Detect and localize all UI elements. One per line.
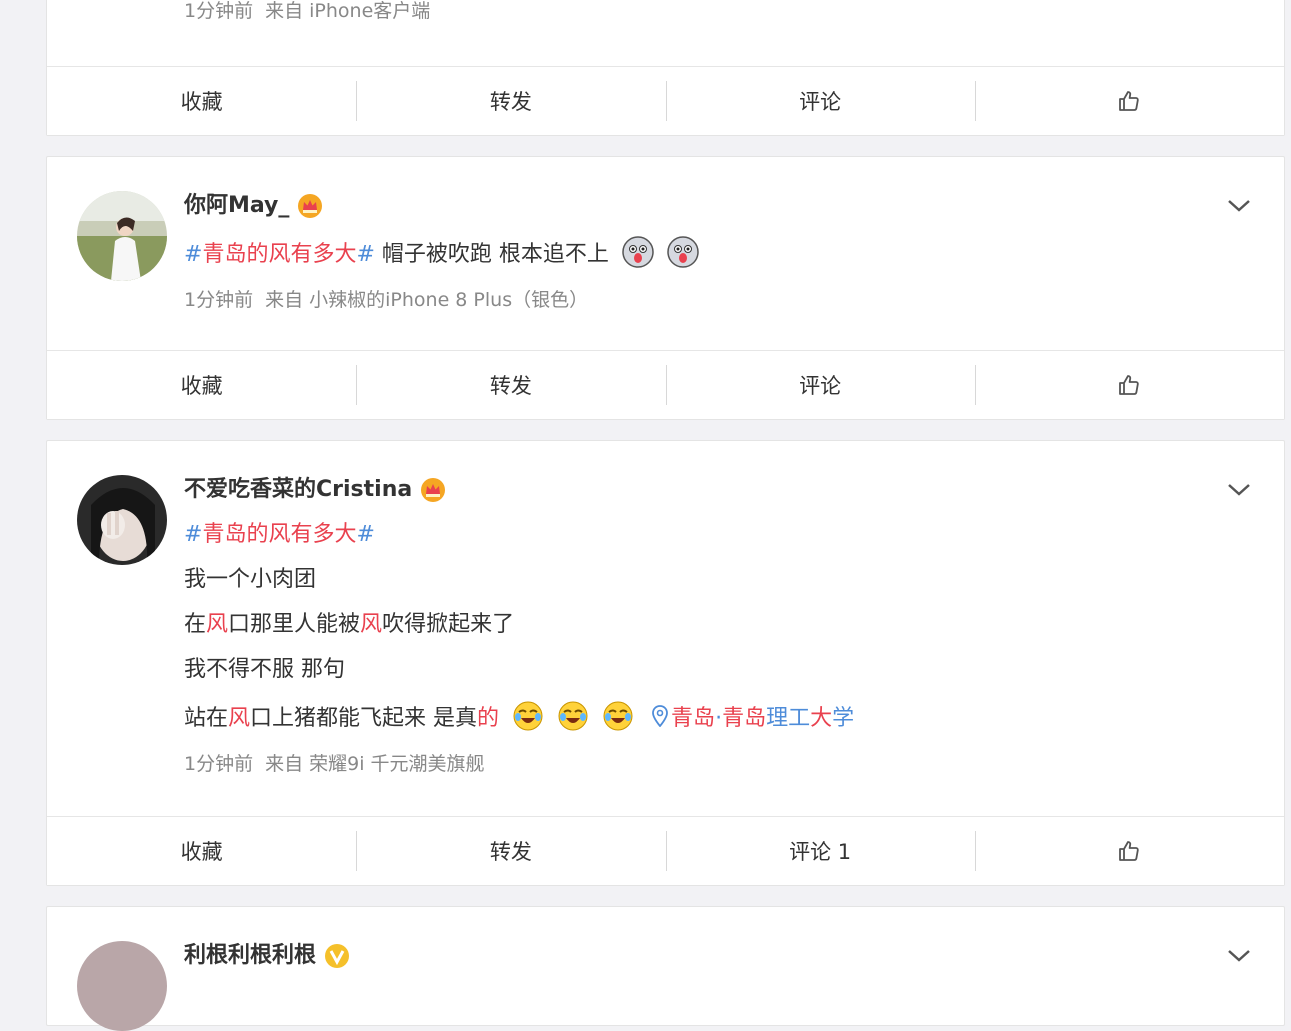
- username[interactable]: 你阿May_: [184, 191, 289, 221]
- like-button[interactable]: [974, 351, 1284, 419]
- post-body: 帽子被吹跑 根本追不上: [374, 242, 609, 267]
- hashtag-suffix[interactable]: #: [356, 242, 374, 267]
- location-text: 理工: [766, 706, 811, 731]
- favorite-button[interactable]: 收藏: [47, 351, 356, 419]
- chevron-down-icon[interactable]: [1226, 947, 1252, 965]
- hashtag-link[interactable]: 青岛的风有多大: [202, 522, 356, 547]
- post-text-line: #青岛的风有多大#: [184, 520, 1204, 550]
- location-text: ·: [715, 706, 723, 731]
- comment-button[interactable]: 评论 1: [665, 817, 975, 885]
- hashtag-suffix[interactable]: #: [356, 522, 374, 547]
- post-meta: 1分钟前 来自 iPhone客户端: [184, 0, 430, 25]
- username[interactable]: 不爱吃香菜的Cristina: [184, 475, 412, 505]
- post-text: #青岛的风有多大# 帽子被吹跑 根本追不上: [184, 236, 1204, 270]
- comment-button[interactable]: 评论: [665, 67, 975, 135]
- avatar[interactable]: [77, 475, 167, 565]
- highlight-fragment: 风: [360, 612, 383, 637]
- thumbs-up-icon: [1119, 91, 1140, 111]
- post-source: 来自 小辣椒的iPhone 8 Plus（银色）: [265, 289, 589, 311]
- crown-icon[interactable]: [297, 193, 323, 219]
- chevron-down-icon[interactable]: [1226, 481, 1252, 499]
- avatar-image: [77, 475, 167, 565]
- post-content: 利根利根利根: [184, 941, 1204, 971]
- avatar[interactable]: [77, 941, 167, 1031]
- highlight-fragment: 风: [228, 706, 251, 731]
- avatar-image: [77, 191, 167, 281]
- favorite-button[interactable]: 收藏: [47, 817, 356, 885]
- like-button[interactable]: [974, 67, 1284, 135]
- username-row: 不爱吃香菜的Cristina: [184, 475, 1204, 505]
- comment-button[interactable]: 评论: [665, 351, 975, 419]
- hashtag-prefix[interactable]: #: [184, 522, 202, 547]
- chevron-down-icon[interactable]: [1226, 197, 1252, 215]
- location-text: 学: [832, 706, 855, 731]
- location-link[interactable]: 青岛·青岛理工大学: [641, 705, 855, 731]
- post-time[interactable]: 1分钟前: [184, 753, 253, 775]
- post-card: 利根利根利根: [46, 906, 1285, 1031]
- post-text-line: 我不得不服 那句: [184, 657, 345, 682]
- repost-button[interactable]: 转发: [356, 67, 665, 135]
- repost-button[interactable]: 转发: [356, 351, 665, 419]
- hashtag-link[interactable]: 青岛的风有多大: [202, 242, 356, 267]
- crying-laughing-emoji-icon: [603, 701, 633, 731]
- text-fragment: 站在: [184, 706, 229, 731]
- post-card: 1分钟前 来自 iPhone客户端 收藏 转发 评论: [46, 0, 1285, 136]
- post-text-line: 站在风口上猪都能飞起来 是真的 青岛·青岛理工大学: [184, 700, 1204, 734]
- favorite-button[interactable]: 收藏: [47, 67, 356, 135]
- text-fragment: 吹得掀起来了: [382, 612, 515, 637]
- post-content: 你阿May_ #青岛的风有多大# 帽子被吹跑 根本追不上 1分钟前 来自 小辣椒的…: [184, 191, 1204, 314]
- post-time[interactable]: 1分钟前: [184, 0, 253, 22]
- post-text-line: 我一个小肉团: [184, 567, 317, 592]
- post-source: 来自 iPhone客户端: [265, 0, 431, 22]
- crying-laughing-emoji-icon: [513, 701, 543, 731]
- username-row: 利根利根利根: [184, 941, 1204, 971]
- post-meta: 1分钟前 来自 小辣椒的iPhone 8 Plus（银色）: [184, 286, 1204, 314]
- post-time[interactable]: 1分钟前: [184, 289, 253, 311]
- location-pin-icon: [652, 705, 668, 727]
- username[interactable]: 利根利根利根: [184, 941, 316, 971]
- post-text-line: 在风口那里人能被风吹得掀起来了: [184, 610, 1204, 640]
- highlight-fragment: 风: [206, 612, 229, 637]
- location-text: 青岛: [722, 706, 767, 731]
- hashtag-prefix[interactable]: #: [184, 242, 202, 267]
- post-toolbar: 收藏 转发 评论: [47, 350, 1284, 419]
- like-button[interactable]: [974, 817, 1284, 885]
- avatar-image: [77, 941, 167, 1031]
- thumbs-up-icon: [1119, 841, 1140, 861]
- post-meta: 1分钟前 来自 荣耀9i 千元潮美旗舰: [184, 750, 1204, 778]
- text-fragment: 口上猪都能飞起来 是真: [250, 706, 478, 731]
- husky-emoji-icon: [622, 236, 654, 268]
- thumbs-up-icon: [1119, 375, 1140, 395]
- verified-v-icon[interactable]: [324, 943, 350, 969]
- location-text: 大: [810, 706, 833, 731]
- avatar[interactable]: [77, 191, 167, 281]
- text-fragment: 口那里人能被: [228, 612, 361, 637]
- highlight-fragment: 的: [477, 706, 500, 731]
- post-content: 不爱吃香菜的Cristina #青岛的风有多大# 我一个小肉团 在风口那里人能被…: [184, 475, 1204, 778]
- location-text: 青岛: [671, 706, 716, 731]
- post-toolbar: 收藏 转发 评论 1: [47, 816, 1284, 885]
- crown-icon[interactable]: [420, 477, 446, 503]
- post-card: 不爱吃香菜的Cristina #青岛的风有多大# 我一个小肉团 在风口那里人能被…: [46, 440, 1285, 886]
- post-card: 你阿May_ #青岛的风有多大# 帽子被吹跑 根本追不上 1分钟前 来自 小辣椒的…: [46, 156, 1285, 420]
- text-fragment: 在: [184, 612, 207, 637]
- repost-button[interactable]: 转发: [356, 817, 665, 885]
- husky-emoji-icon: [667, 236, 699, 268]
- username-row: 你阿May_: [184, 191, 1204, 221]
- crying-laughing-emoji-icon: [558, 701, 588, 731]
- post-toolbar: 收藏 转发 评论: [47, 66, 1284, 135]
- post-source: 来自 荣耀9i 千元潮美旗舰: [265, 753, 485, 775]
